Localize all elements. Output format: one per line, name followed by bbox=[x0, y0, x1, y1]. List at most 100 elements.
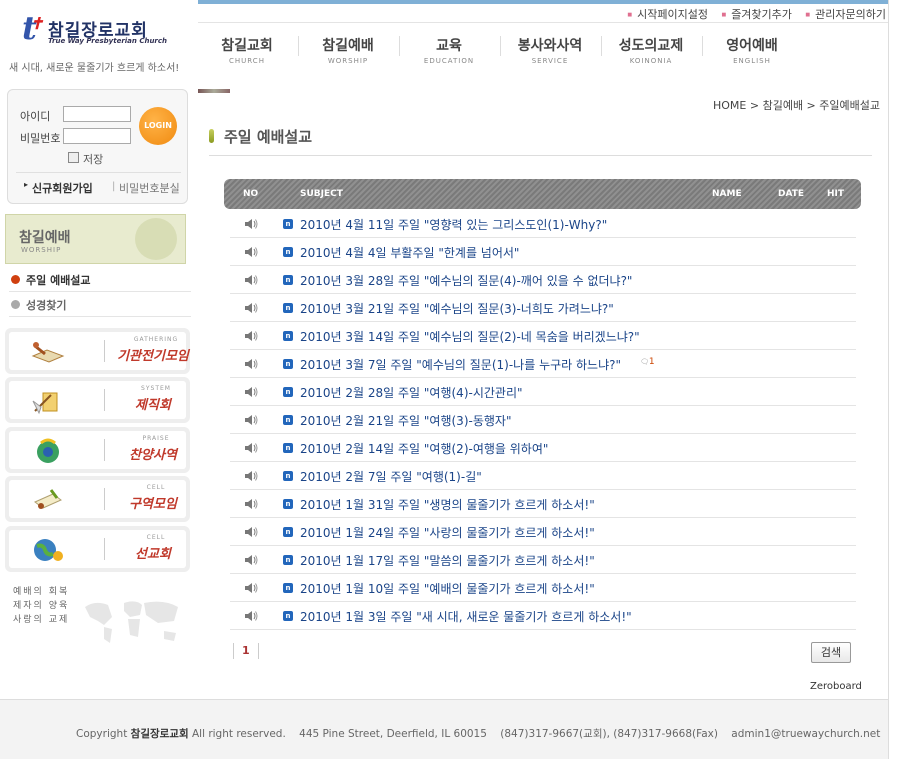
church-logo[interactable]: t ✝ 참길장로교회 True Way Presbyterian Church bbox=[22, 10, 182, 50]
speaker-icon[interactable] bbox=[244, 526, 258, 538]
table-row[interactable]: n 2010년 1월 24일 주일 "사랑의 물줄기가 흐르게 하소서!" bbox=[230, 518, 856, 546]
menu-en: GATHERING bbox=[133, 336, 179, 343]
contact-admin-link[interactable]: 관리자문의하기 bbox=[805, 8, 886, 21]
nav-worship[interactable]: 참길예배 WORSHIP bbox=[298, 35, 398, 65]
post-type-icon: n bbox=[283, 359, 293, 369]
nav-label: 참길교회 bbox=[221, 38, 273, 54]
nav-sublabel: ENGLISH bbox=[733, 57, 771, 65]
page-number[interactable]: 1 bbox=[242, 644, 250, 657]
speaker-icon[interactable] bbox=[244, 330, 258, 342]
speaker-icon[interactable] bbox=[244, 470, 258, 482]
post-subject-link[interactable]: 2010년 1월 3일 주일 "새 시대, 새로운 물줄기가 흐르게 하소서!" bbox=[300, 608, 632, 625]
submenu-sermon[interactable]: 주일 예배설교 bbox=[9, 267, 191, 292]
speaker-icon[interactable] bbox=[244, 554, 258, 566]
table-row[interactable]: n 2010년 4월 4일 부활주일 "한계를 넘어서" bbox=[230, 238, 856, 266]
table-row[interactable]: n 2010년 2월 7일 주일 "여행(1)-길" bbox=[230, 462, 856, 490]
login-box: 아이디 비밀번호 LOGIN 저장 신규회원가입 | 비밀번호분실 bbox=[7, 89, 188, 204]
speaker-icon[interactable] bbox=[244, 442, 258, 454]
comment-count[interactable]: 🗨1 bbox=[640, 357, 655, 367]
speaker-icon[interactable] bbox=[244, 414, 258, 426]
menu-mission[interactable]: CELL 선교회 bbox=[5, 526, 190, 572]
table-row[interactable]: n 2010년 3월 7일 주일 "예수님의 질문(1)-나를 누구라 하느냐?"… bbox=[230, 350, 856, 378]
speaker-icon[interactable] bbox=[244, 218, 258, 230]
id-label: 아이디 bbox=[20, 110, 51, 123]
table-row[interactable]: n 2010년 2월 21일 주일 "여행(3)-동행자" bbox=[230, 406, 856, 434]
join-link[interactable]: 신규회원가입 bbox=[24, 180, 93, 196]
post-subject-link[interactable]: 2010년 1월 17일 주일 "말씀의 물줄기가 흐르게 하소서!" bbox=[300, 552, 595, 569]
table-row[interactable]: n 2010년 2월 14일 주일 "여행(2)-여행을 위하여" bbox=[230, 434, 856, 462]
section-subtitle: WORSHIP bbox=[21, 246, 62, 254]
find-password-link[interactable]: 비밀번호분실 bbox=[119, 180, 180, 196]
post-subject-link[interactable]: 2010년 1월 24일 주일 "사랑의 물줄기가 흐르게 하소서!" bbox=[300, 524, 595, 541]
post-type-icon: n bbox=[283, 331, 293, 341]
speaker-icon[interactable] bbox=[244, 498, 258, 510]
id-input[interactable] bbox=[63, 106, 131, 122]
table-row[interactable]: n 2010년 1월 10일 주일 "예배의 물줄기가 흐르게 하소서!" bbox=[230, 574, 856, 602]
header-no: NO bbox=[243, 189, 259, 199]
table-row[interactable]: n 2010년 1월 31일 주일 "생명의 물줄기가 흐르게 하소서!" bbox=[230, 490, 856, 518]
post-subject-link[interactable]: 2010년 3월 14일 주일 "예수님의 질문(2)-네 목숨을 버리겠느냐?… bbox=[300, 328, 640, 345]
post-subject-link[interactable]: 2010년 2월 28일 주일 "여행(4)-시간관리" bbox=[300, 384, 523, 401]
zeroboard-credit[interactable]: Zeroboard bbox=[810, 681, 862, 692]
table-row[interactable]: n 2010년 3월 21일 주일 "예수님의 질문(3)-너희도 가려느냐?" bbox=[230, 294, 856, 322]
login-button[interactable]: LOGIN bbox=[139, 107, 177, 145]
post-subject-link[interactable]: 2010년 1월 31일 주일 "생명의 물줄기가 흐르게 하소서!" bbox=[300, 496, 595, 513]
speaker-icon[interactable] bbox=[244, 246, 258, 258]
menu-cell-group[interactable]: CELL 구역모임 bbox=[5, 476, 190, 522]
menu-inner: SYSTEM 제직회 bbox=[9, 381, 186, 419]
nav-sublabel: CHURCH bbox=[229, 57, 265, 65]
nav-education[interactable]: 교육 EDUCATION bbox=[399, 35, 499, 65]
speaker-icon[interactable] bbox=[244, 358, 258, 370]
menu-gathering[interactable]: GATHERING 기관전기모임 bbox=[5, 328, 190, 374]
post-subject-link[interactable]: 2010년 3월 7일 주일 "예수님의 질문(1)-나를 누구라 하느냐?" bbox=[300, 356, 621, 373]
nav-service[interactable]: 봉사와사역 SERVICE bbox=[500, 35, 600, 65]
submenu-label: 주일 예배설교 bbox=[26, 274, 91, 287]
add-bookmark-link[interactable]: 즐겨찾기추가 bbox=[721, 8, 791, 21]
post-subject-link[interactable]: 2010년 2월 7일 주일 "여행(1)-길" bbox=[300, 468, 482, 485]
submenu-bible-search[interactable]: 성경찾기 bbox=[9, 292, 191, 317]
post-subject-link[interactable]: 2010년 2월 14일 주일 "여행(2)-여행을 위하여" bbox=[300, 440, 548, 457]
table-row[interactable]: n 2010년 1월 3일 주일 "새 시대, 새로운 물줄기가 흐르게 하소서!… bbox=[230, 602, 856, 630]
speaker-icon[interactable] bbox=[244, 610, 258, 622]
menu-praise[interactable]: PRAISE 찬양사역 bbox=[5, 427, 190, 473]
post-type-icon: n bbox=[283, 219, 293, 229]
motto-line: 사랑의 교제 bbox=[13, 615, 70, 625]
nav-label: 봉사와사역 bbox=[517, 38, 583, 54]
speaker-icon[interactable] bbox=[244, 274, 258, 286]
footer-info: All right reserved. 445 Pine Street, Dee… bbox=[191, 728, 881, 740]
table-row[interactable]: n 2010년 2월 28일 주일 "여행(4)-시간관리" bbox=[230, 378, 856, 406]
menu-inner: GATHERING 기관전기모임 bbox=[9, 332, 189, 370]
post-subject-link[interactable]: 2010년 4월 4일 부활주일 "한계를 넘어서" bbox=[300, 244, 519, 261]
menu-system[interactable]: SYSTEM 제직회 bbox=[5, 377, 190, 423]
post-subject-link[interactable]: 2010년 1월 10일 주일 "예배의 물줄기가 흐르게 하소서!" bbox=[300, 580, 595, 597]
speaker-icon[interactable] bbox=[244, 582, 258, 594]
search-button[interactable]: 검색 bbox=[811, 642, 851, 663]
submenu-label: 성경찾기 bbox=[26, 299, 67, 312]
nav-church[interactable]: 참길교회 CHURCH bbox=[197, 35, 297, 65]
post-subject-link[interactable]: 2010년 3월 28일 주일 "예수님의 질문(4)-깨어 있을 수 없더냐?… bbox=[300, 272, 632, 289]
set-homepage-link[interactable]: 시작페이지설정 bbox=[627, 8, 708, 21]
table-row[interactable]: n 2010년 3월 14일 주일 "예수님의 질문(2)-네 목숨을 버리겠느냐… bbox=[230, 322, 856, 350]
password-input[interactable] bbox=[63, 128, 131, 144]
nav-label: 성도의교제 bbox=[618, 38, 684, 54]
speaker-icon[interactable] bbox=[244, 302, 258, 314]
footer: Copyright 참길장로교회 All right reserved. 445… bbox=[0, 699, 889, 759]
table-row[interactable]: n 2010년 3월 28일 주일 "예수님의 질문(4)-깨어 있을 수 없더냐… bbox=[230, 266, 856, 294]
save-login-label: 저장 bbox=[83, 153, 104, 166]
leaf-decoration-icon bbox=[135, 218, 177, 260]
quick-links: 시작페이지설정 즐겨찾기추가 관리자문의하기 bbox=[617, 6, 886, 22]
section-banner: 참길예배 WORSHIP bbox=[5, 214, 186, 264]
post-subject-link[interactable]: 2010년 3월 21일 주일 "예수님의 질문(3)-너희도 가려느냐?" bbox=[300, 300, 614, 317]
post-subject-link[interactable]: 2010년 4월 11일 주일 "영향력 있는 그리스도인(1)-Why?" bbox=[300, 216, 607, 233]
nav-divider bbox=[198, 22, 889, 23]
menu-ko: 구역모임 bbox=[129, 497, 177, 512]
post-subject-link[interactable]: 2010년 2월 21일 주일 "여행(3)-동행자" bbox=[300, 412, 511, 429]
table-row[interactable]: n 2010년 4월 11일 주일 "영향력 있는 그리스도인(1)-Why?" bbox=[230, 210, 856, 238]
nav-english[interactable]: 영어예배 ENGLISH bbox=[702, 35, 802, 65]
nav-koinonia[interactable]: 성도의교제 KOINONIA bbox=[601, 35, 701, 65]
speaker-icon[interactable] bbox=[244, 386, 258, 398]
menu-divider bbox=[104, 488, 105, 510]
save-login-checkbox[interactable] bbox=[68, 152, 79, 163]
table-row[interactable]: n 2010년 1월 17일 주일 "말씀의 물줄기가 흐르게 하소서!" bbox=[230, 546, 856, 574]
breadcrumb: HOME > 참길예배 > 주일예배설교 bbox=[713, 99, 880, 112]
